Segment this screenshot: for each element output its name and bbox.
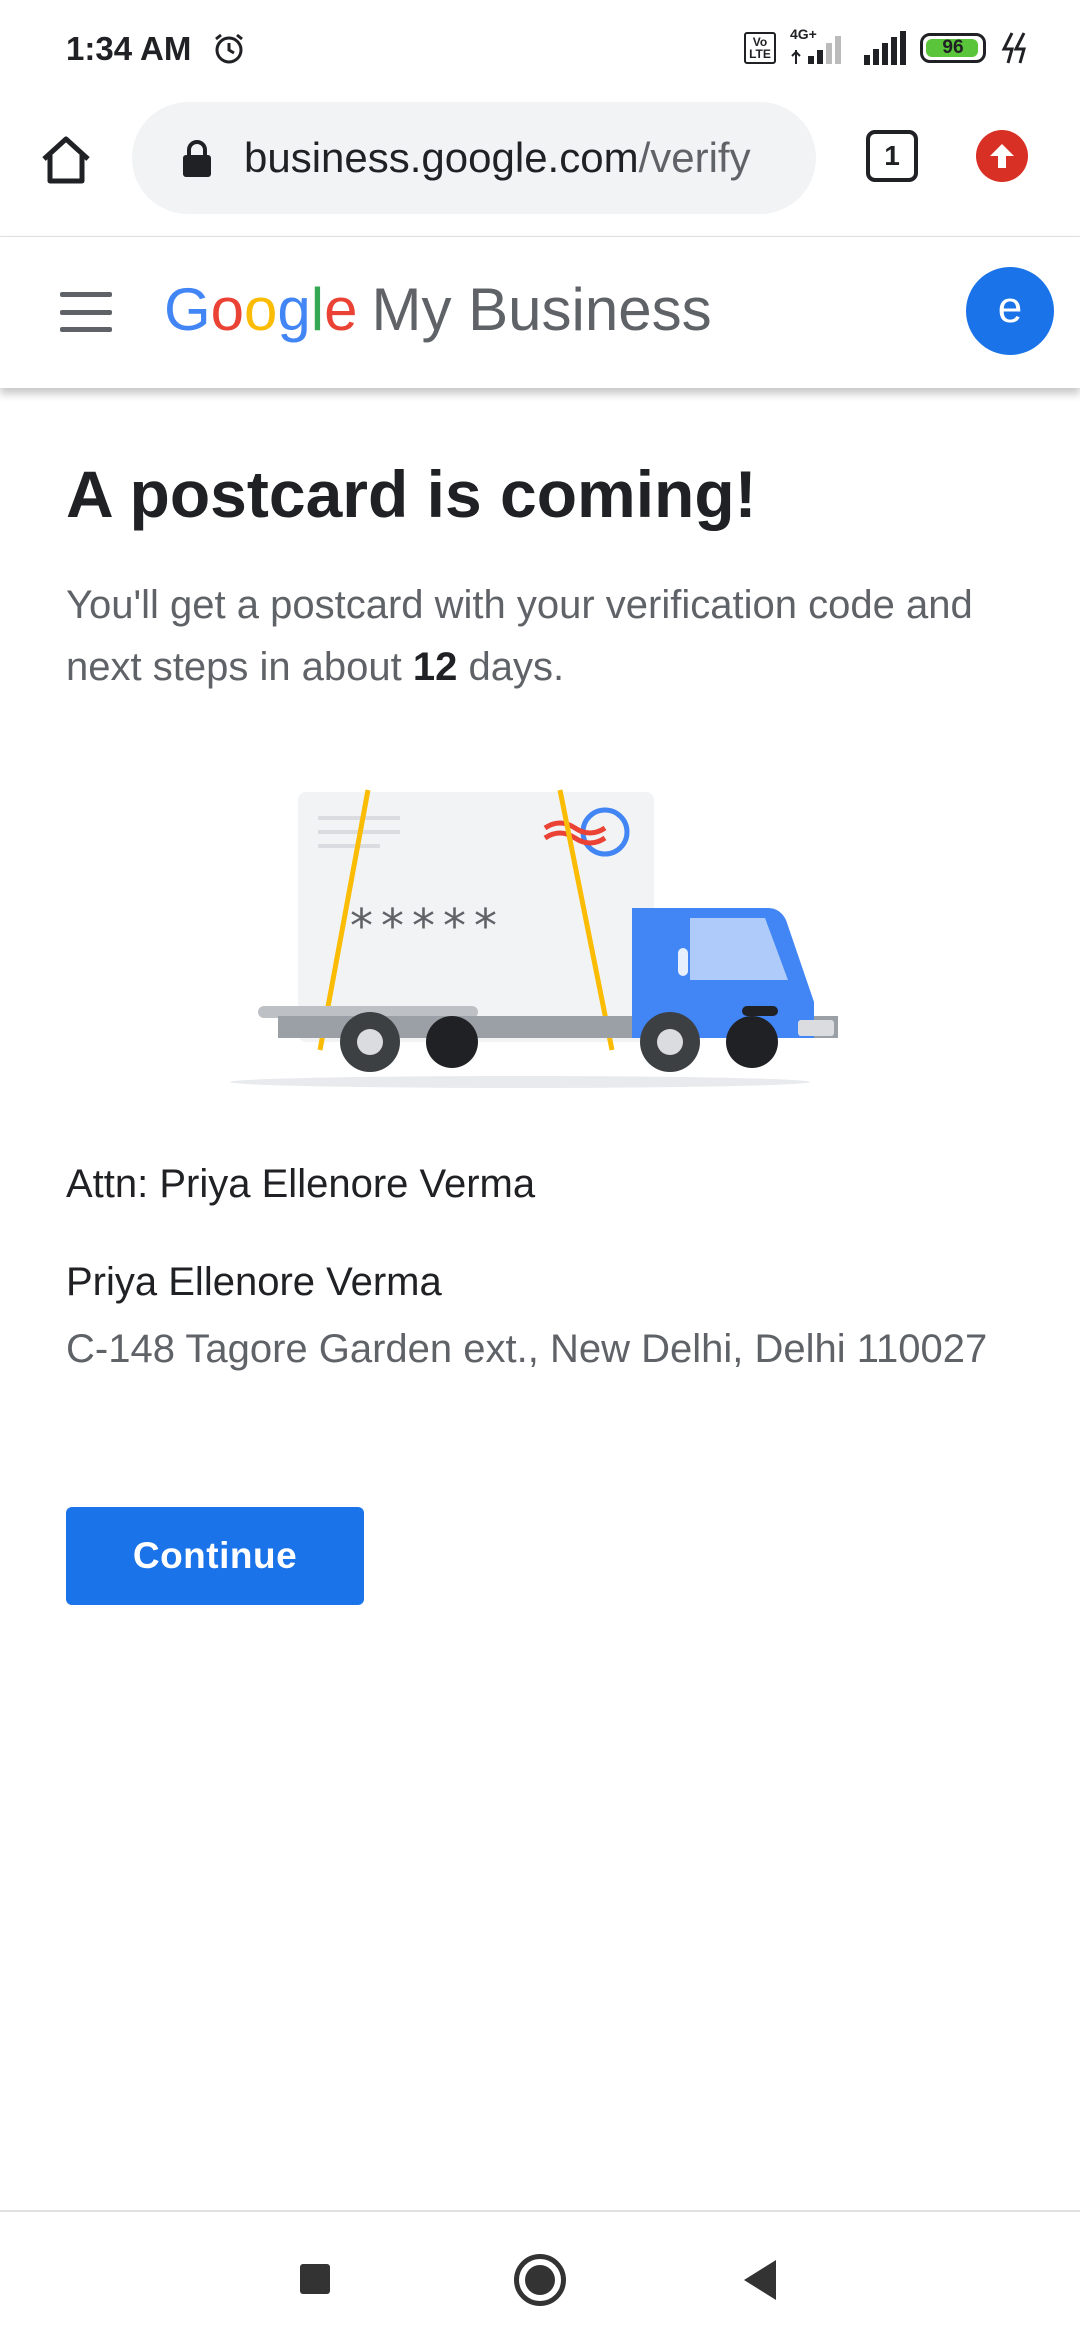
home-icon (42, 136, 90, 184)
back-icon[interactable] (744, 2260, 776, 2300)
status-time: 1:34 AM (66, 30, 192, 67)
continue-button[interactable]: Continue (66, 1507, 364, 1605)
charging-icon (1001, 32, 1026, 64)
tab-count: 1 (884, 140, 900, 171)
url-text: business.google.com/verify (244, 134, 751, 182)
battery-level: 96 (942, 37, 964, 58)
attention-line: Attn: Priya Ellenore Verma (66, 1162, 536, 1206)
signal-4g-icon: 4G+ (790, 26, 848, 66)
menu-icon[interactable] (60, 292, 112, 332)
page-title: A postcard is coming! (66, 457, 757, 531)
brand-logo: Google My Business (164, 276, 712, 343)
recipient-address: C-148 Tagore Garden ext., New Delhi, Del… (66, 1327, 988, 1371)
app-header: Google My Business e (0, 236, 1080, 388)
home-circle-icon[interactable] (514, 2254, 566, 2306)
update-icon (990, 144, 1014, 168)
continue-button-label: Continue (132, 1535, 298, 1576)
illustration-code: ***** (350, 899, 505, 953)
address-bar[interactable]: business.google.com/verify (132, 102, 816, 214)
days-count: 12 (412, 645, 458, 689)
verification-description: You'll get a postcard with your verifica… (66, 583, 973, 689)
system-navigation-bar (0, 2210, 1080, 2340)
status-bar: 1:34 AM Vo LTE 4G+ 96 (0, 0, 1080, 96)
update-button[interactable] (976, 130, 1028, 182)
lock-icon (183, 140, 211, 177)
url-path: /verify (638, 134, 751, 181)
browser-toolbar: business.google.com/verify 1 (0, 96, 1080, 234)
avatar-initial: e (997, 283, 1023, 332)
brand-product: My Business (371, 276, 712, 343)
tab-switcher-button[interactable]: 1 (866, 130, 918, 182)
recents-icon[interactable] (300, 2264, 330, 2294)
signal-icon (864, 31, 906, 65)
battery-icon: 96 (920, 33, 986, 63)
url-domain: business.google.com (244, 134, 639, 181)
recipient-name: Priya Ellenore Verma (66, 1260, 442, 1304)
browser-home-button[interactable] (38, 132, 94, 188)
postcard-truck-illustration: ***** (230, 789, 838, 1088)
status-icons: Vo LTE 4G+ 96 (744, 26, 1030, 66)
alarm-icon (215, 33, 243, 64)
account-avatar[interactable]: e (966, 267, 1054, 355)
volte-icon: Vo LTE (744, 32, 776, 64)
